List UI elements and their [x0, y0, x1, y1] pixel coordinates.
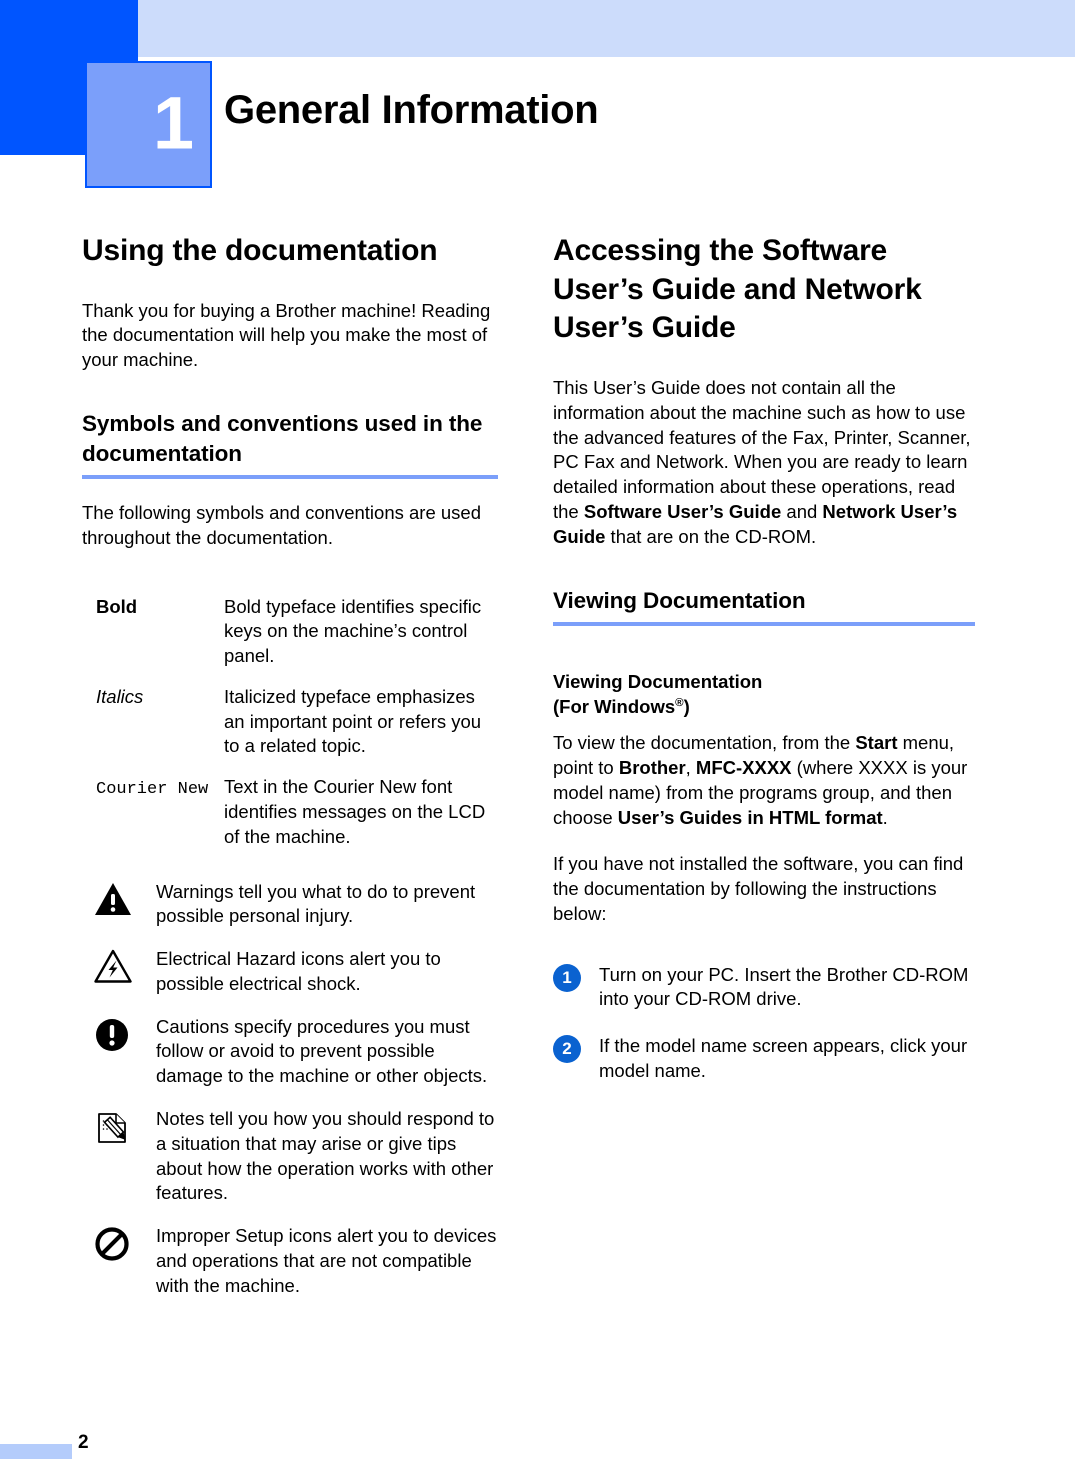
accessing-guides-heading: Accessing the Software User’s Guide and … [553, 234, 922, 345]
table-row: Courier New Text in the Courier New font… [82, 775, 498, 849]
using-the-documentation-heading: Using the documentation [82, 234, 438, 267]
term-cell: Italics [82, 685, 224, 775]
intro-paragraph: Thank you for buying a Brother machine! … [82, 299, 491, 371]
footer-bar [0, 1444, 72, 1459]
list-item: Notes tell you how you should respond to… [82, 1107, 498, 1224]
list-item: Cautions specify procedures you must fol… [82, 1015, 498, 1107]
table-row: Italics Italicized typeface emphasizes a… [82, 685, 498, 775]
accessing-paragraph: This User’s Guide does not contain all t… [553, 376, 975, 549]
icon-note-text: Improper Setup icons alert you to device… [156, 1225, 497, 1296]
description-cell: Italicized typeface emphasizes an import… [224, 685, 482, 757]
heading-rule [82, 474, 498, 479]
caution-circle-icon [94, 1017, 156, 1053]
description-cell: Text in the Courier New font identifies … [224, 776, 486, 847]
software-users-guide-bold: Software User’s Guide [583, 500, 782, 522]
symbols-intro-paragraph: The following symbols and conventions ar… [82, 501, 482, 548]
icon-cell [82, 880, 156, 948]
numbered-steps-list: 1 Turn on your PC. Insert the Brother CD… [553, 963, 975, 1084]
not-installed-paragraph: If you have not installed the software, … [553, 853, 964, 924]
paragraph-text-part: , [685, 756, 696, 778]
term-label: Italics [96, 685, 144, 707]
step-number-badge: 1 [553, 963, 581, 992]
chapter-number: 1 [152, 81, 194, 165]
term-cell: Courier New [82, 775, 224, 849]
icon-legend-table: Warnings tell you what to do to prevent … [82, 880, 498, 1299]
icon-note-text: Electrical Hazard icons alert you to pos… [156, 948, 441, 994]
list-item: Warnings tell you what to do to prevent … [82, 880, 498, 948]
term-label: Bold [96, 595, 138, 617]
viewing-documentation-windows-heading: Viewing Documentation (For Windows®) [553, 670, 975, 719]
icon-cell [82, 1224, 156, 1298]
heading-rule [553, 622, 975, 626]
right-column: Accessing the Software User’s Guide and … [553, 232, 975, 1084]
brother-bold: Brother [618, 756, 686, 778]
viewing-documentation-heading: Viewing Documentation [553, 587, 806, 613]
icon-note-text: Cautions specify procedures you must fol… [156, 1015, 488, 1087]
icon-note-text: Warnings tell you what to do to prevent … [156, 880, 476, 927]
term-label: Courier New [96, 780, 209, 800]
page-number: 2 [78, 1432, 89, 1453]
paragraph-text-part: To view the documentation, from the [553, 732, 856, 754]
header-light-blue-bar [138, 0, 1075, 57]
step-text: If the model name screen appears, click … [599, 1035, 968, 1081]
paragraph-text-part: . [882, 806, 888, 828]
paragraph-text-part: and [781, 500, 823, 522]
warning-triangle-icon [94, 882, 156, 916]
symbols-and-conventions-heading: Symbols and conventions used in the docu… [82, 411, 483, 466]
icon-cell [82, 1015, 156, 1107]
note-pencil-icon [94, 1109, 156, 1147]
icon-cell [82, 1107, 156, 1224]
list-item: 1 Turn on your PC. Insert the Brother CD… [553, 963, 975, 1013]
registered-trademark-icon: ® [675, 696, 684, 709]
conventions-table: Bold Bold typeface identifies specific k… [82, 595, 498, 850]
icon-note-text: Notes tell you how you should respond to… [156, 1108, 495, 1204]
minor-title-line2-suffix: ) [683, 695, 690, 717]
term-cell: Bold [82, 595, 224, 685]
list-item: Electrical Hazard icons alert you to pos… [82, 947, 498, 1015]
left-column: Using the documentation Thank you for bu… [82, 232, 498, 1299]
users-guides-html-bold: User’s Guides in HTML format [617, 806, 883, 828]
minor-title-line2-prefix: (For Windows [553, 695, 676, 717]
step-text: Turn on your PC. Insert the Brother CD-R… [599, 963, 969, 1010]
improper-setup-icon [94, 1226, 156, 1262]
list-item: 2 If the model name screen appears, clic… [553, 1034, 975, 1084]
paragraph-text-part: that are on the CD-ROM. [605, 525, 817, 547]
electrical-hazard-icon [94, 949, 156, 983]
icon-cell [82, 947, 156, 1015]
start-menu-bold: Start [855, 732, 898, 754]
model-name-bold: MFC-XXXX [695, 756, 792, 778]
minor-title-line1: Viewing Documentation [553, 671, 763, 692]
page-header-banner: 1 General Information [0, 0, 1075, 200]
step-number-badge: 2 [553, 1035, 581, 1064]
list-item: Improper Setup icons alert you to device… [82, 1224, 498, 1298]
table-row: Bold Bold typeface identifies specific k… [82, 595, 498, 685]
description-cell: Bold typeface identifies specific keys o… [224, 595, 482, 667]
page-title: General Information [224, 88, 599, 132]
chapter-number-box: 1 [85, 61, 212, 188]
view-documentation-paragraph: To view the documentation, from the Star… [553, 731, 975, 830]
